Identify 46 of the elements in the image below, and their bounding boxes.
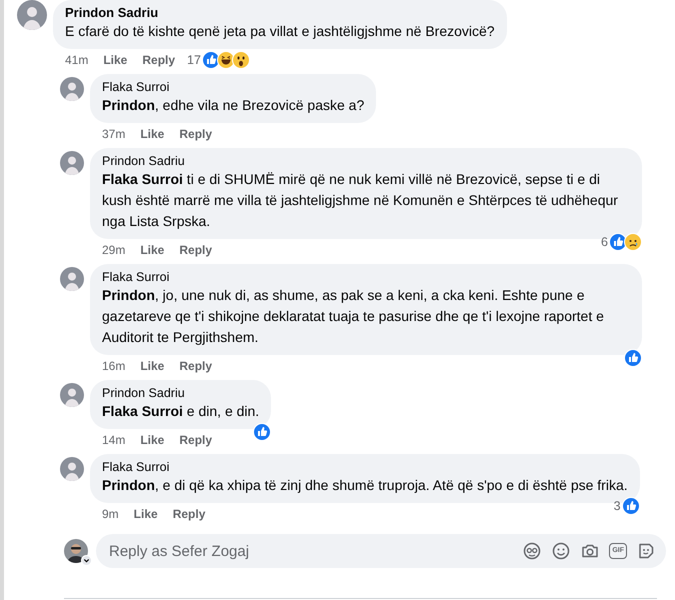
comment-text: E cfarë do të kishte qenë jeta pa villat e jashtëligjshme në Brezovicë? bbox=[65, 22, 495, 41]
thumbs-up-icon[interactable] bbox=[253, 423, 272, 441]
timestamp[interactable]: 14m bbox=[102, 433, 126, 447]
timestamp[interactable]: 29m bbox=[102, 243, 126, 257]
reply-link[interactable]: Reply bbox=[179, 359, 212, 373]
reply-link[interactable]: Reply bbox=[172, 507, 206, 521]
timestamp[interactable]: 9m bbox=[102, 507, 119, 521]
avatar[interactable] bbox=[60, 267, 84, 291]
avatar-sticker-icon[interactable] bbox=[522, 541, 542, 561]
emoji-icon[interactable] bbox=[551, 541, 572, 561]
reply-link[interactable]: Reply bbox=[179, 243, 212, 257]
timestamp[interactable]: 41m bbox=[65, 53, 88, 67]
comment-text: Prindon, e di që ka xhipa të zinj dhe shumë truproja. Atë që s'po e di është pse frika. bbox=[102, 476, 628, 495]
author-name[interactable]: Prindon Sadriu bbox=[102, 153, 630, 169]
avatar[interactable] bbox=[60, 457, 84, 481]
emoji-face-icon[interactable] bbox=[624, 233, 642, 251]
author-name[interactable]: Prindon Sadriu bbox=[102, 385, 260, 401]
reaction-count[interactable]: 17 bbox=[187, 53, 201, 67]
emoji-face-icon[interactable] bbox=[232, 51, 250, 69]
like-link[interactable]: Like bbox=[140, 243, 164, 257]
comment-text: Flaka Surroi e din, e din. bbox=[102, 402, 260, 421]
thumbs-up-icon[interactable] bbox=[622, 497, 640, 515]
avatar[interactable] bbox=[60, 151, 84, 175]
reaction-count[interactable]: 3 bbox=[614, 499, 621, 513]
reply-link[interactable]: Reply bbox=[179, 433, 212, 447]
reaction-count[interactable]: 6 bbox=[601, 235, 608, 249]
thumbs-up-icon[interactable] bbox=[624, 349, 642, 367]
timestamp[interactable]: 37m bbox=[102, 127, 126, 141]
like-link[interactable]: Like bbox=[140, 433, 164, 447]
reply-link[interactable]: Reply bbox=[179, 127, 212, 141]
author-name[interactable]: Prindon Sadriu bbox=[65, 5, 495, 21]
like-link[interactable]: Like bbox=[134, 507, 158, 521]
like-link[interactable]: Like bbox=[140, 127, 164, 141]
avatar[interactable] bbox=[17, 0, 47, 30]
author-name[interactable]: Flaka Surroi bbox=[102, 79, 364, 95]
author-name[interactable]: Flaka Surroi bbox=[102, 269, 630, 285]
reply-link[interactable]: Reply bbox=[142, 53, 176, 67]
author-name[interactable]: Flaka Surroi bbox=[102, 459, 628, 475]
like-link[interactable]: Like bbox=[103, 53, 128, 67]
comment-text: Flaka Surroi ti e di SHUMË mirë që ne nuk kemi villë në Brezovicë, sepse ti e di kush është marrë me villa të jashteligjshme në Komunën e Shtërpces të udhëhequr nga Lista Srpska. bbox=[102, 170, 619, 231]
comment-text: Prindon, edhe vila ne Brezovicë paske a? bbox=[102, 96, 364, 115]
timestamp[interactable]: 16m bbox=[102, 359, 126, 373]
like-link[interactable]: Like bbox=[140, 359, 164, 373]
comment-text: Prindon, jo, une nuk di, as shume, as pak se a keni, a cka keni. Eshte pune e gazetareve qe t'i shikojne deklaratat tuaja te pasurise dhe qe t'i lexojne raportet e Auditorit te Pergjithshem. bbox=[102, 286, 605, 347]
avatar[interactable] bbox=[60, 77, 84, 101]
avatar[interactable] bbox=[60, 383, 84, 407]
